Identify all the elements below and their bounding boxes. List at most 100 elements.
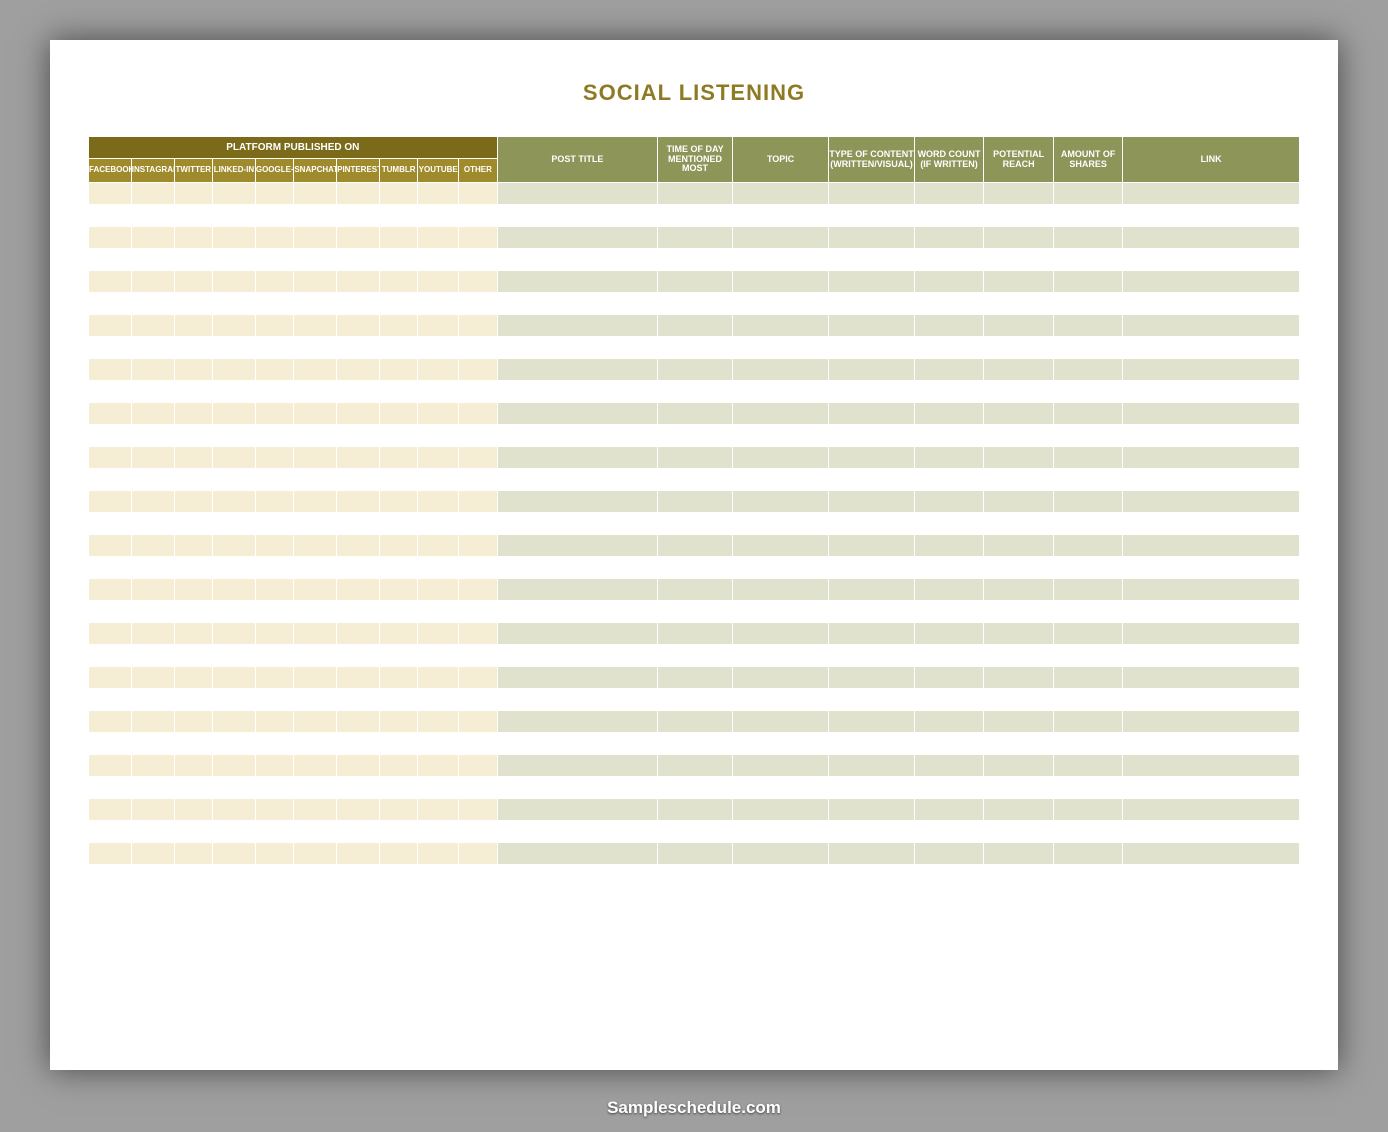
cell[interactable] xyxy=(497,337,657,359)
cell[interactable] xyxy=(658,425,733,447)
cell[interactable] xyxy=(984,645,1054,667)
cell[interactable] xyxy=(459,447,498,469)
cell[interactable] xyxy=(497,205,657,227)
cell[interactable] xyxy=(131,403,174,425)
cell[interactable] xyxy=(294,777,337,799)
cell[interactable] xyxy=(379,623,418,645)
cell[interactable] xyxy=(89,557,132,579)
cell[interactable] xyxy=(174,799,213,821)
cell[interactable] xyxy=(174,469,213,491)
cell[interactable] xyxy=(418,865,459,887)
cell[interactable] xyxy=(174,711,213,733)
cell[interactable] xyxy=(89,645,132,667)
cell[interactable] xyxy=(213,447,256,469)
cell[interactable] xyxy=(658,689,733,711)
cell[interactable] xyxy=(1123,403,1300,425)
cell[interactable] xyxy=(337,733,380,755)
cell[interactable] xyxy=(829,821,915,843)
cell[interactable] xyxy=(914,579,984,601)
cell[interactable] xyxy=(294,315,337,337)
cell[interactable] xyxy=(497,513,657,535)
cell[interactable] xyxy=(732,755,828,777)
cell[interactable] xyxy=(337,843,380,865)
cell[interactable] xyxy=(89,205,132,227)
cell[interactable] xyxy=(213,733,256,755)
cell[interactable] xyxy=(732,843,828,865)
cell[interactable] xyxy=(1123,447,1300,469)
cell[interactable] xyxy=(174,601,213,623)
cell[interactable] xyxy=(658,227,733,249)
cell[interactable] xyxy=(89,271,132,293)
cell[interactable] xyxy=(213,689,256,711)
cell[interactable] xyxy=(213,579,256,601)
cell[interactable] xyxy=(131,337,174,359)
cell[interactable] xyxy=(89,447,132,469)
cell[interactable] xyxy=(829,513,915,535)
cell[interactable] xyxy=(337,689,380,711)
cell[interactable] xyxy=(829,381,915,403)
cell[interactable] xyxy=(213,315,256,337)
cell[interactable] xyxy=(984,337,1054,359)
cell[interactable] xyxy=(1053,843,1123,865)
cell[interactable] xyxy=(174,513,213,535)
cell[interactable] xyxy=(89,865,132,887)
cell[interactable] xyxy=(497,645,657,667)
cell[interactable] xyxy=(255,249,294,271)
cell[interactable] xyxy=(829,535,915,557)
cell[interactable] xyxy=(914,447,984,469)
cell[interactable] xyxy=(174,381,213,403)
cell[interactable] xyxy=(131,293,174,315)
cell[interactable] xyxy=(337,205,380,227)
cell[interactable] xyxy=(89,491,132,513)
cell[interactable] xyxy=(131,843,174,865)
cell[interactable] xyxy=(497,315,657,337)
cell[interactable] xyxy=(379,667,418,689)
cell[interactable] xyxy=(294,689,337,711)
cell[interactable] xyxy=(658,183,733,205)
cell[interactable] xyxy=(829,469,915,491)
cell[interactable] xyxy=(497,227,657,249)
cell[interactable] xyxy=(658,271,733,293)
cell[interactable] xyxy=(914,315,984,337)
cell[interactable] xyxy=(1053,425,1123,447)
cell[interactable] xyxy=(294,337,337,359)
cell[interactable] xyxy=(131,249,174,271)
cell[interactable] xyxy=(914,821,984,843)
cell[interactable] xyxy=(497,667,657,689)
cell[interactable] xyxy=(213,821,256,843)
cell[interactable] xyxy=(1123,337,1300,359)
cell[interactable] xyxy=(1053,667,1123,689)
cell[interactable] xyxy=(213,711,256,733)
cell[interactable] xyxy=(829,337,915,359)
cell[interactable] xyxy=(255,469,294,491)
cell[interactable] xyxy=(1053,491,1123,513)
cell[interactable] xyxy=(658,623,733,645)
cell[interactable] xyxy=(294,425,337,447)
cell[interactable] xyxy=(89,601,132,623)
cell[interactable] xyxy=(829,205,915,227)
cell[interactable] xyxy=(89,381,132,403)
cell[interactable] xyxy=(497,469,657,491)
cell[interactable] xyxy=(497,623,657,645)
cell[interactable] xyxy=(131,315,174,337)
cell[interactable] xyxy=(1053,403,1123,425)
cell[interactable] xyxy=(1123,645,1300,667)
cell[interactable] xyxy=(89,315,132,337)
cell[interactable] xyxy=(131,711,174,733)
cell[interactable] xyxy=(459,645,498,667)
cell[interactable] xyxy=(459,315,498,337)
cell[interactable] xyxy=(732,381,828,403)
cell[interactable] xyxy=(89,293,132,315)
cell[interactable] xyxy=(294,469,337,491)
cell[interactable] xyxy=(459,359,498,381)
cell[interactable] xyxy=(497,425,657,447)
cell[interactable] xyxy=(131,513,174,535)
cell[interactable] xyxy=(1053,623,1123,645)
cell[interactable] xyxy=(829,249,915,271)
cell[interactable] xyxy=(459,733,498,755)
cell[interactable] xyxy=(174,579,213,601)
cell[interactable] xyxy=(459,689,498,711)
cell[interactable] xyxy=(294,403,337,425)
cell[interactable] xyxy=(255,755,294,777)
cell[interactable] xyxy=(914,403,984,425)
